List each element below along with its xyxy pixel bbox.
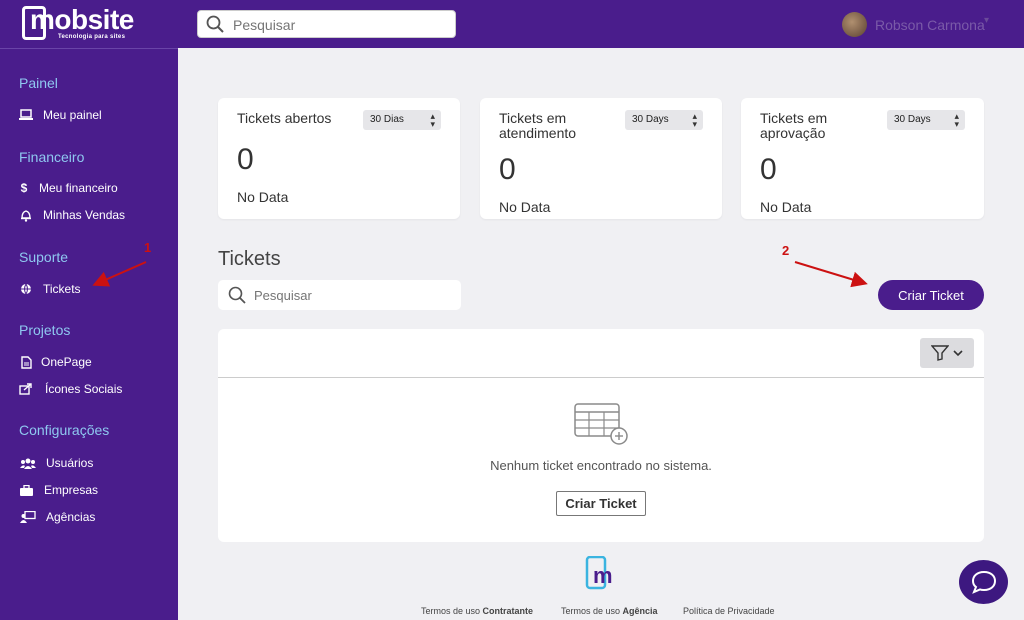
sidebar: Painel Meu painel Financeiro $ Meu finan… — [0, 48, 178, 620]
chat-button[interactable] — [959, 560, 1008, 604]
sidebar-item-label: Agências — [46, 510, 96, 524]
svg-text:m: m — [593, 563, 613, 588]
card-title: Tickets abertos — [237, 110, 332, 126]
sidebar-section-suporte: Suporte — [19, 249, 69, 265]
share-icon — [19, 382, 33, 396]
tickets-search-input[interactable] — [254, 286, 454, 304]
stat-card-tickets-em-atendimento: Tickets em atendimento 30 Days ▴ ▾ 0 No D… — [480, 98, 722, 219]
card-nodata: No Data — [499, 199, 551, 215]
tickets-heading: Tickets — [218, 248, 281, 270]
card-value: 0 — [760, 153, 777, 186]
chevron-down-icon — [953, 350, 963, 357]
footer-link-bold: Contratante — [482, 606, 534, 616]
period-select[interactable]: 30 Dias ▴ ▾ — [363, 110, 441, 130]
sidebar-section-financeiro: Financeiro — [19, 149, 85, 165]
table-add-icon — [574, 403, 628, 445]
empty-message: Nenhum ticket encontrado no sistema. — [490, 458, 712, 473]
filter-icon — [931, 345, 949, 361]
globe-icon — [19, 282, 33, 296]
card-title: Tickets em atendimento — [499, 110, 577, 141]
briefcase-icon — [19, 483, 33, 497]
sidebar-item-agencias[interactable]: Agências — [19, 508, 95, 526]
agency-icon — [19, 510, 36, 524]
sidebar-item-icones-sociais[interactable]: Ícones Sociais — [19, 380, 122, 398]
stat-card-tickets-abertos: Tickets abertos 30 Dias ▴ ▾ 0 No Data — [218, 98, 460, 219]
card-value: 0 — [499, 153, 516, 186]
filter-button[interactable] — [920, 338, 974, 368]
top-bar: mobsite Tecnologia para sites Robson Car… — [0, 0, 1024, 48]
sidebar-item-usuarios[interactable]: Usuários — [19, 454, 93, 472]
annotation-label-1: 1 — [144, 240, 152, 255]
annotation-label-2: 2 — [782, 243, 790, 258]
sidebar-item-label: Meu financeiro — [39, 181, 118, 195]
sidebar-item-empresas[interactable]: Empresas — [19, 481, 98, 499]
period-select[interactable]: 30 Days ▴ ▾ — [887, 110, 965, 130]
footer-link-termos-agencia[interactable]: Termos de uso Agência — [561, 606, 658, 616]
sidebar-item-meu-painel[interactable]: Meu painel — [19, 106, 102, 124]
footer-link-text: Termos de uso — [561, 606, 623, 616]
chat-icon — [971, 570, 996, 594]
footer-link-text: Termos de uso — [421, 606, 483, 616]
search-icon — [206, 15, 224, 33]
card-title: Tickets em aprovação — [760, 110, 828, 141]
sidebar-item-label: Meu painel — [43, 108, 102, 122]
sidebar-item-meu-financeiro[interactable]: $ Meu financeiro — [19, 179, 118, 197]
sidebar-item-onepage[interactable]: OnePage — [19, 353, 92, 371]
sidebar-section-configuracoes: Configurações — [19, 422, 110, 438]
select-arrows-icon: ▴ ▾ — [954, 111, 959, 129]
header-search-input[interactable] — [233, 15, 443, 35]
sidebar-item-label: Usuários — [46, 456, 94, 470]
user-name: Robson Carmona — [875, 17, 985, 33]
sidebar-item-label: OnePage — [41, 355, 92, 369]
logo[interactable]: mobsite Tecnologia para sites — [22, 4, 134, 42]
users-icon — [19, 456, 36, 470]
divider — [218, 377, 984, 378]
bell-icon — [19, 208, 33, 222]
empty-create-ticket-button[interactable]: Criar Ticket — [556, 491, 646, 516]
tickets-search[interactable] — [218, 280, 461, 310]
period-select-value: 30 Dias — [370, 114, 404, 125]
chevron-down-icon: ▾ — [984, 15, 990, 26]
logo-text: mobsite — [30, 4, 134, 35]
search-icon — [228, 286, 246, 304]
sidebar-item-label: Ícones Sociais — [45, 382, 123, 396]
card-nodata: No Data — [760, 199, 812, 215]
sidebar-section-painel: Painel — [19, 75, 58, 91]
footer-link-bold: Agência — [622, 606, 658, 616]
period-select-value: 30 Days — [894, 114, 931, 125]
sidebar-item-label: Empresas — [44, 483, 99, 497]
footer-logo-icon: m — [585, 556, 613, 590]
laptop-icon — [19, 108, 33, 122]
annotation-arrow-2 — [794, 261, 868, 288]
period-select-value: 30 Days — [632, 114, 669, 125]
footer-link-politica[interactable]: Política de Privacidade — [683, 606, 775, 616]
sidebar-item-tickets[interactable]: Tickets — [19, 280, 81, 298]
card-value: 0 — [237, 143, 254, 176]
create-ticket-button[interactable]: Criar Ticket — [878, 280, 984, 310]
period-select[interactable]: 30 Days ▴ ▾ — [625, 110, 703, 130]
footer-link-termos-contratante[interactable]: Termos de uso Contratante — [421, 606, 533, 616]
file-icon — [19, 355, 33, 369]
dollar-icon: $ — [20, 181, 28, 195]
stat-card-tickets-em-aprovacao: Tickets em aprovação 30 Days ▴ ▾ 0 No Dat… — [741, 98, 984, 219]
card-nodata: No Data — [237, 189, 289, 205]
tickets-panel: Nenhum ticket encontrado no sistema. Cri… — [218, 329, 984, 542]
select-arrows-icon: ▴ ▾ — [692, 111, 697, 129]
select-arrows-icon: ▴ ▾ — [430, 111, 435, 129]
avatar — [842, 12, 867, 37]
sidebar-item-label: Tickets — [43, 282, 81, 296]
sidebar-item-minhas-vendas[interactable]: Minhas Vendas — [19, 206, 125, 224]
sidebar-item-label: Minhas Vendas — [43, 208, 126, 222]
header-search[interactable] — [197, 10, 456, 38]
sidebar-section-projetos: Projetos — [19, 322, 71, 338]
logo-subtitle: Tecnologia para sites — [58, 34, 126, 40]
